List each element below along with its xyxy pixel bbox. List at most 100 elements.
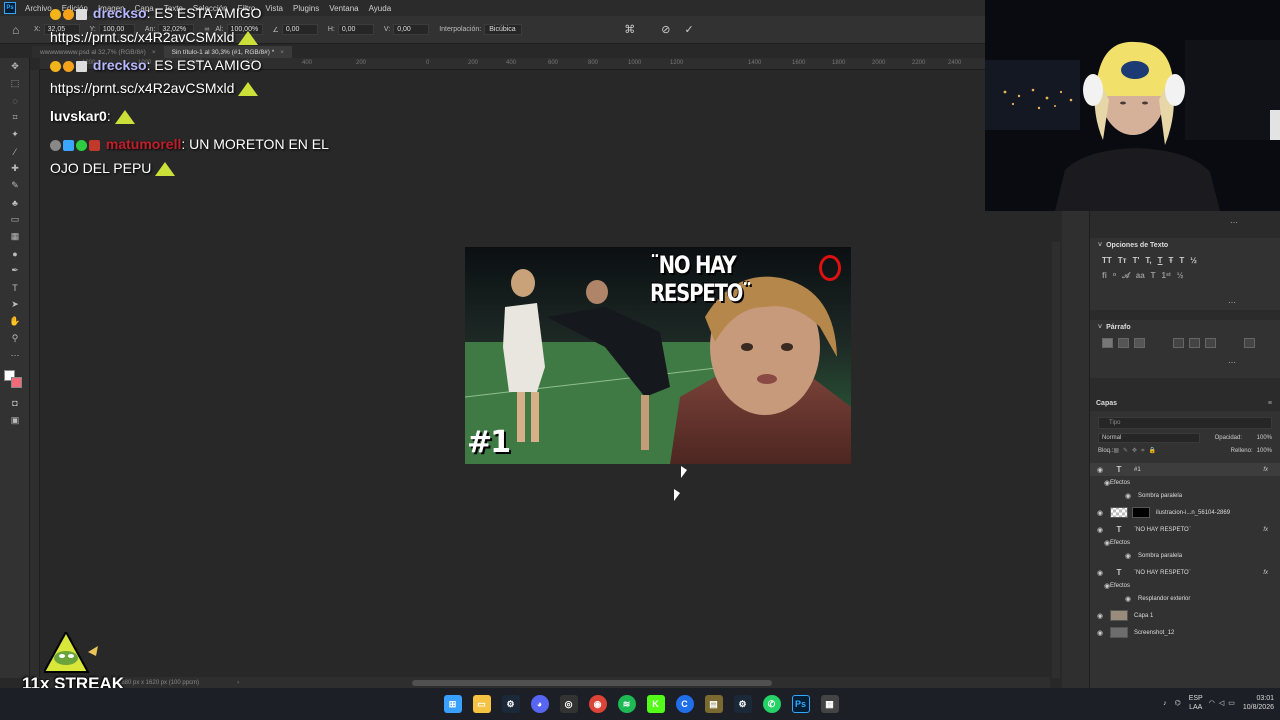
- photoshop-icon[interactable]: Ps: [791, 695, 810, 713]
- visibility-eye-icon[interactable]: ◉: [1090, 552, 1138, 560]
- eyedropper-tool-icon[interactable]: ⁄: [0, 143, 30, 160]
- gradient-tool-icon[interactable]: ▦: [0, 228, 30, 245]
- visibility-eye-icon[interactable]: ◉: [1090, 492, 1138, 500]
- kick-icon[interactable]: K: [646, 695, 665, 713]
- whatsapp-icon[interactable]: ✆: [762, 695, 781, 713]
- opacity-input[interactable]: 100%: [1257, 435, 1272, 441]
- battery-icon[interactable]: ▭: [1228, 699, 1235, 707]
- angle-input[interactable]: 0,00: [281, 24, 318, 35]
- fractions-button[interactable]: ½: [1190, 256, 1197, 265]
- close-icon[interactable]: ×: [152, 49, 156, 56]
- paragraph-header[interactable]: ˅ Párrafo: [1090, 320, 1280, 335]
- steam-icon[interactable]: ⚙: [733, 695, 752, 713]
- ordinal-icon[interactable]: 1ˢᵗ: [1162, 271, 1171, 281]
- vskew-input[interactable]: 0,00: [393, 24, 430, 35]
- calendar-icon[interactable]: ▦: [820, 695, 839, 713]
- menu-plugins[interactable]: Plugins: [288, 4, 324, 13]
- menu-ventana[interactable]: Ventana: [324, 4, 363, 13]
- layer-row[interactable]: ◉ T ¨NO HAY RESPETO¨ fx: [1090, 566, 1280, 579]
- cancel-transform-icon[interactable]: ⊘: [661, 23, 670, 36]
- layer-row[interactable]: ◉ Capa 1: [1090, 609, 1280, 622]
- layer-row[interactable]: ◉ T #1 fx: [1090, 463, 1280, 476]
- fx-icon[interactable]: fx: [1263, 527, 1268, 533]
- spotify-icon[interactable]: ≋: [617, 695, 636, 713]
- hskew-input[interactable]: 0,00: [337, 24, 374, 35]
- align-right-icon[interactable]: [1134, 338, 1145, 348]
- layer-effect-row[interactable]: ◉ Sombra paralela: [1090, 489, 1280, 502]
- path-selection-tool-icon[interactable]: ➤: [0, 296, 30, 313]
- fill-input[interactable]: 100%: [1257, 448, 1272, 454]
- align-center-icon[interactable]: [1118, 338, 1129, 348]
- brush-tool-icon[interactable]: ✎: [0, 177, 30, 194]
- chevron-right-icon[interactable]: ›: [237, 680, 239, 686]
- layer-row[interactable]: ◉ Screenshot_12: [1090, 626, 1280, 639]
- layer-effect-row[interactable]: ◉ Resplandor exterior: [1090, 592, 1280, 605]
- more-tools-icon[interactable]: ⋯: [0, 347, 30, 364]
- warp-icon[interactable]: ⌘: [624, 23, 635, 36]
- close-icon[interactable]: ×: [280, 49, 284, 56]
- eraser-tool-icon[interactable]: ▭: [0, 211, 30, 228]
- underline-button[interactable]: T: [1158, 256, 1163, 265]
- blur-tool-icon[interactable]: ●: [0, 245, 30, 262]
- visibility-eye-icon[interactable]: ◉: [1090, 509, 1110, 517]
- fx-icon[interactable]: fx: [1263, 467, 1268, 473]
- visibility-eye-icon[interactable]: ◉: [1090, 539, 1110, 547]
- justify-all-icon[interactable]: [1244, 338, 1255, 348]
- justify-left-icon[interactable]: [1173, 338, 1184, 348]
- all-caps-button[interactable]: TT: [1102, 256, 1112, 265]
- lasso-tool-icon[interactable]: ◌: [0, 92, 30, 109]
- crop-tool-icon[interactable]: ⌗: [0, 109, 30, 126]
- visibility-eye-icon[interactable]: ◉: [1090, 466, 1110, 474]
- small-caps-button[interactable]: Tт: [1118, 256, 1127, 265]
- visibility-eye-icon[interactable]: ◉: [1090, 526, 1110, 534]
- superscript-button[interactable]: T': [1133, 256, 1140, 265]
- clock[interactable]: 03:01 10/8/2026: [1243, 694, 1274, 712]
- no-break-button[interactable]: T: [1179, 256, 1184, 265]
- text-options-header[interactable]: ˅ Opciones de Texto: [1090, 238, 1280, 253]
- visibility-eye-icon[interactable]: ◉: [1090, 629, 1110, 637]
- healing-brush-tool-icon[interactable]: ✚: [0, 160, 30, 177]
- layer-effect-row[interactable]: ◉ Sombra paralela: [1090, 549, 1280, 562]
- pen-tool-icon[interactable]: ✒: [0, 262, 30, 279]
- horizontal-scrollbar[interactable]: [412, 680, 772, 686]
- titling-icon[interactable]: T: [1151, 271, 1156, 281]
- visibility-eye-icon[interactable]: ◉: [1090, 595, 1138, 603]
- commit-transform-icon[interactable]: ✓: [684, 23, 693, 36]
- layer-row[interactable]: ◉ T ¨NO HAY RESPETO¨ fx: [1090, 523, 1280, 536]
- menu-vista[interactable]: Vista: [260, 4, 288, 13]
- network-icon[interactable]: ⌬: [1175, 699, 1181, 707]
- ccleaner-icon[interactable]: C: [675, 695, 694, 713]
- stylistic-icon[interactable]: aa: [1136, 271, 1145, 281]
- subscript-button[interactable]: T,: [1145, 256, 1151, 265]
- visibility-eye-icon[interactable]: ◉: [1090, 612, 1110, 620]
- more-options-icon[interactable]: ⋯: [1228, 358, 1236, 367]
- windows-start-icon[interactable]: ⊞: [443, 695, 462, 713]
- hand-tool-icon[interactable]: ✋: [0, 313, 30, 330]
- stamp-tool-icon[interactable]: ♣: [0, 194, 30, 211]
- quick-mask-icon[interactable]: ◘: [0, 394, 30, 411]
- app-icon[interactable]: ▤: [704, 695, 723, 713]
- blend-mode-select[interactable]: Normal: [1098, 433, 1200, 443]
- zoom-tool-icon[interactable]: ⚲: [0, 330, 30, 347]
- fx-icon[interactable]: fx: [1263, 570, 1268, 576]
- move-tool-icon[interactable]: ✥: [0, 58, 30, 75]
- swash-icon[interactable]: 𝒜: [1122, 271, 1130, 281]
- tab-layers[interactable]: Capas: [1096, 400, 1117, 407]
- more-options-icon[interactable]: ⋯: [1228, 298, 1236, 307]
- background-color-swatch[interactable]: [11, 377, 22, 388]
- wifi-icon[interactable]: ◠: [1209, 699, 1215, 707]
- visibility-eye-icon[interactable]: ◉: [1090, 582, 1110, 590]
- justify-right-icon[interactable]: [1205, 338, 1216, 348]
- discord-icon[interactable]: ◕: [530, 695, 549, 713]
- lock-icons[interactable]: ▦✎✥⌗🔒: [1113, 447, 1160, 455]
- menu-ayuda[interactable]: Ayuda: [364, 4, 397, 13]
- strikethrough-button[interactable]: Ŧ: [1169, 256, 1174, 265]
- layer-effects-row[interactable]: ◉ Efectos: [1090, 579, 1280, 592]
- marquee-tool-icon[interactable]: ⬚: [0, 75, 30, 92]
- more-options-icon[interactable]: ⋯: [1230, 218, 1238, 227]
- visibility-eye-icon[interactable]: ◉: [1090, 479, 1110, 487]
- layer-effects-row[interactable]: ◉ Efectos: [1090, 476, 1280, 489]
- layer-row[interactable]: ◉ ilustracion-i...n_56104-2869: [1090, 506, 1280, 519]
- chrome-icon[interactable]: ◉: [588, 695, 607, 713]
- microphone-icon[interactable]: ♪: [1163, 700, 1167, 707]
